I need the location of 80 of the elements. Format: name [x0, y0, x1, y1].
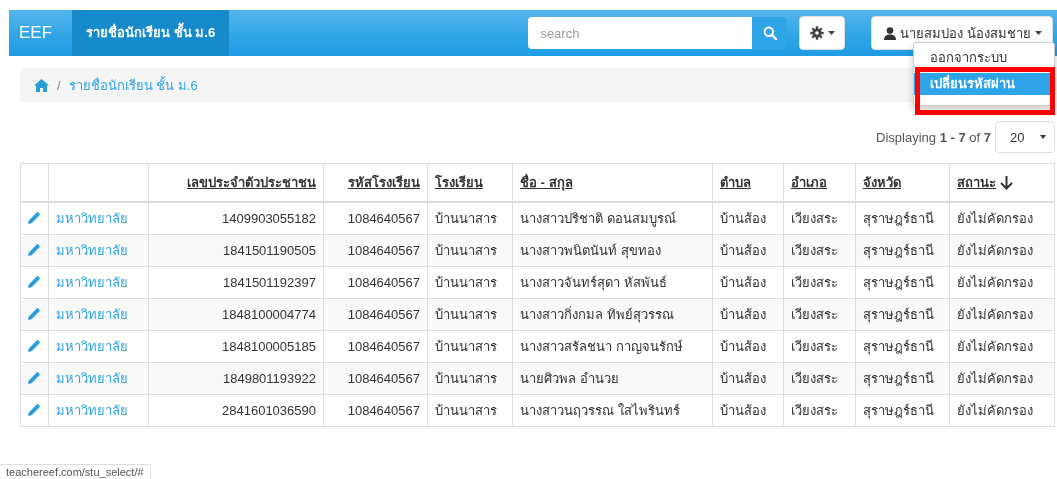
pencil-icon[interactable]: [28, 306, 41, 320]
table-cell: ยังไม่คัดกรอง: [957, 403, 1033, 418]
table-cell: 1848100005185: [222, 339, 316, 354]
table-cell: สุราษฎร์ธานี: [863, 339, 934, 354]
table-cell: บ้านนาสาร: [435, 307, 497, 322]
table-cell: สุราษฎร์ธานี: [863, 307, 934, 322]
table-cell: เวียงสระ: [791, 275, 838, 290]
table-cell: บ้านส้อง: [720, 371, 766, 386]
table-cell: 1084640567: [347, 211, 420, 226]
pencil-icon[interactable]: [28, 402, 41, 416]
table-cell: 1841501192397: [222, 275, 316, 290]
caret-icon: [1035, 31, 1042, 35]
table-cell: บ้านส้อง: [720, 243, 766, 258]
pencil-icon[interactable]: [28, 210, 41, 224]
settings-icon: [809, 26, 824, 40]
table-cell: เวียงสระ: [791, 211, 838, 226]
table-cell: สุราษฎร์ธานี: [863, 371, 934, 386]
table-cell: 1841501190505: [222, 243, 316, 258]
table-cell: 1849801193922: [222, 371, 316, 386]
table-cell: เวียงสระ: [791, 339, 838, 354]
table-cell: บ้านนาสาร: [435, 339, 497, 354]
search-field[interactable]: search: [528, 17, 753, 49]
breadcrumb-separator: /: [57, 77, 61, 93]
table-cell: 1084640567: [347, 403, 420, 418]
table-cell: นางสาวปริชาติ ดอนสมบูรณ์: [520, 211, 676, 226]
table-cell: บ้านนาสาร: [435, 403, 497, 418]
table-cell: สุราษฎร์ธานี: [863, 275, 934, 290]
table-cell: สุราษฎร์ธานี: [863, 403, 934, 418]
search-button[interactable]: [752, 17, 788, 49]
pagination-summary: Displaying 1 - 7 of 7: [876, 129, 991, 145]
table-cell: ยังไม่คัดกรอง: [957, 211, 1033, 226]
table-cell: 1084640567: [347, 339, 420, 354]
pencil-icon[interactable]: [28, 338, 41, 352]
settings-button[interactable]: [799, 16, 846, 50]
table-cell: บ้านส้อง: [720, 275, 766, 290]
table-cell: เวียงสระ: [791, 307, 838, 322]
table-cell: นายศิวพล อำนวย: [520, 371, 619, 386]
table-cell: บ้านนาสาร: [435, 211, 497, 226]
table-cell: เวียงสระ: [791, 243, 838, 258]
table-cell: นางสาวจันทร์สุดา หัสพันธ์: [520, 275, 667, 290]
table-cell: บ้านส้อง: [720, 307, 766, 322]
status-url: teachereef.com/stu_select/#: [0, 464, 151, 479]
table-cell: สุราษฎร์ธานี: [863, 211, 934, 226]
caret-icon: [827, 31, 835, 35]
table-cell: 1848100004774: [222, 307, 316, 322]
table-cell: บ้านส้อง: [720, 211, 766, 226]
table-cell: เวียงสระ: [791, 403, 838, 418]
column-header[interactable]: ชื่อ - สกุล: [520, 172, 573, 193]
nav-tab[interactable]: รายชื่อนักเรียน ชั้น ม.6: [72, 10, 230, 56]
table-cell: ยังไม่คัดกรอง: [957, 275, 1033, 290]
table-cell: นางสาวนฤวรรณ ใสไพรินทร์: [520, 403, 680, 418]
pencil-icon[interactable]: [28, 370, 41, 384]
table-cell: นางสาวกิ่งกมล ทิพย์สุวรรณ: [520, 307, 674, 322]
table-cell: สุราษฎร์ธานี: [863, 243, 934, 258]
home-icon[interactable]: [34, 78, 49, 92]
table-cell: ยังไม่คัดกรอง: [957, 371, 1033, 386]
table-cell: บ้านนาสาร: [435, 275, 497, 290]
table-cell: ยังไม่คัดกรอง: [957, 307, 1033, 322]
table-cell: ยังไม่คัดกรอง: [957, 243, 1033, 258]
table-cell: 2841601036590: [222, 403, 316, 418]
caret-icon: [1040, 135, 1046, 139]
table-cell: นางสาวสรัลชนา กาญจนรักษ์: [520, 339, 683, 354]
table-cell: 1084640567: [347, 275, 420, 290]
table-cell: ยังไม่คัดกรอง: [957, 339, 1033, 354]
table-cell: เวียงสระ: [791, 371, 838, 386]
table-cell: บ้านส้อง: [720, 339, 766, 354]
table-cell: 1084640567: [347, 307, 420, 322]
table-cell: 1084640567: [347, 371, 420, 386]
search-icon: [762, 26, 777, 40]
table-cell: นางสาวพนิตนันท์ สุขทอง: [520, 243, 661, 258]
table-cell: 1409903055182: [222, 211, 316, 226]
table-cell: บ้านนาสาร: [435, 243, 497, 258]
pencil-icon[interactable]: [28, 274, 41, 288]
table-cell: บ้านส้อง: [720, 403, 766, 418]
table-cell: 1084640567: [347, 243, 420, 258]
page-size-select[interactable]: 20: [995, 121, 1055, 153]
person-icon: [884, 26, 897, 40]
table-cell: บ้านนาสาร: [435, 371, 497, 386]
menu-item[interactable]: ออกจากระบบ: [914, 47, 1054, 69]
pencil-icon[interactable]: [28, 242, 41, 256]
